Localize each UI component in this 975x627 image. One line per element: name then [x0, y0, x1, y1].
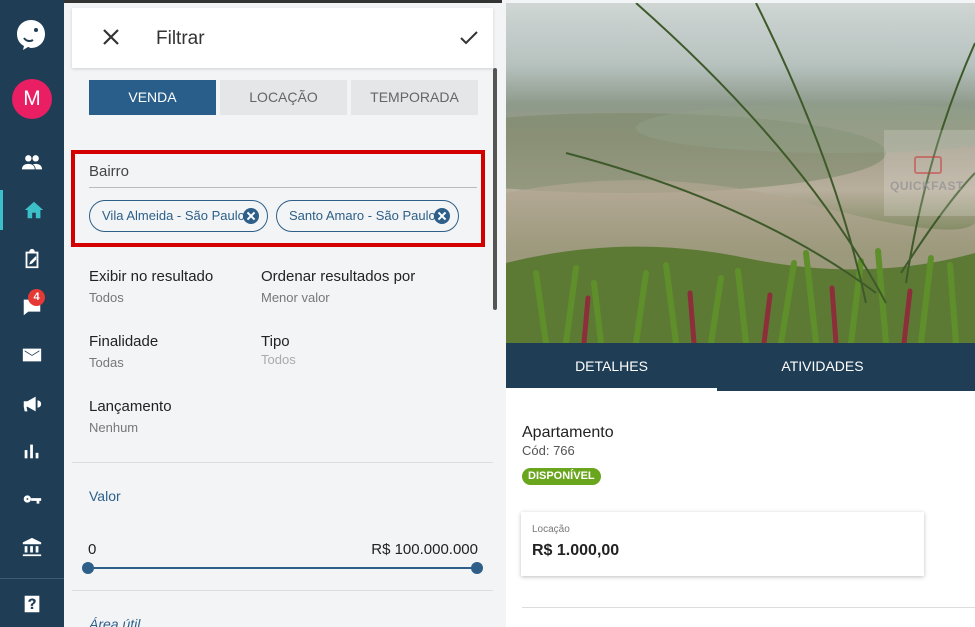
price-label: Locação [532, 524, 570, 535]
filter-title: Filtrar [156, 28, 205, 49]
valor-max: R$ 100.000.000 [371, 541, 478, 558]
people-icon[interactable] [0, 142, 64, 182]
finalidade-field[interactable]: Finalidade Todas [89, 333, 158, 370]
tab-temporada[interactable]: TEMPORADA [351, 80, 478, 115]
exibir-value: Todos [89, 290, 124, 305]
nav-rail: M 4 [0, 0, 64, 627]
chat-badge: 4 [28, 289, 45, 306]
quickfast-watermark: QUICKFAST [884, 130, 975, 216]
filter-panel: Filtrar VENDA LOCAÇÃO TEMPORADA Bairro V… [64, 0, 502, 627]
valor-slider-max-handle[interactable] [471, 562, 483, 574]
section-divider [72, 590, 493, 591]
ordenar-field[interactable]: Ordenar resultados por Menor valor [261, 268, 415, 305]
exibir-field[interactable]: Exibir no resultado Todos [89, 268, 213, 305]
tab-locacao[interactable]: LOCAÇÃO [220, 80, 347, 115]
mail-icon[interactable] [0, 335, 64, 375]
section-divider [72, 462, 493, 463]
bank-icon[interactable] [0, 527, 64, 567]
user-avatar[interactable]: M [12, 79, 52, 119]
tipo-field[interactable]: Tipo Todos [261, 333, 296, 367]
megaphone-icon[interactable] [0, 384, 64, 424]
filter-scrollbar[interactable] [493, 68, 497, 310]
app-logo-icon[interactable] [14, 18, 48, 52]
property-details: Apartamento Cód: 766 DISPONÍVEL Locação … [506, 391, 975, 627]
valor-label: Valor [89, 488, 121, 504]
chip-label: Santo Amaro - São Paulo [289, 208, 436, 223]
bar-chart-icon[interactable] [0, 431, 64, 471]
valor-min: 0 [88, 541, 97, 558]
exibir-label: Exibir no resultado [89, 268, 214, 285]
price-card: Locação R$ 1.000,00 [521, 512, 924, 576]
valor-slider-min-handle[interactable] [82, 562, 94, 574]
ordenar-label: Ordenar resultados por [261, 268, 416, 285]
help-icon[interactable] [0, 584, 64, 624]
finalidade-label: Finalidade [89, 333, 159, 350]
ordenar-value: Menor valor [261, 290, 330, 305]
tab-detalhes[interactable]: DETALHES [506, 343, 717, 391]
status-badge: DISPONÍVEL [522, 468, 601, 485]
lancamento-value: Nenhum [89, 420, 139, 435]
detail-divider [522, 607, 975, 608]
bairro-underline [89, 187, 477, 188]
tab-venda[interactable]: VENDA [89, 80, 216, 115]
close-icon[interactable] [100, 26, 122, 48]
bairro-label: Bairro [89, 163, 130, 180]
property-code: Cód: 766 [522, 443, 575, 458]
watermark-text: QUICKFAST [890, 179, 964, 193]
area-label: Área útil [89, 616, 141, 627]
transaction-tabs: VENDA LOCAÇÃO TEMPORADA [89, 80, 478, 115]
valor-slider-track[interactable] [88, 567, 477, 569]
price-value: R$ 1.000,00 [532, 542, 620, 559]
bairro-chip[interactable]: Santo Amaro - São Paulo [276, 200, 459, 232]
detail-tabs: DETALHES ATIVIDADES [506, 343, 975, 391]
tab-atividades[interactable]: ATIVIDADES [717, 343, 928, 391]
lancamento-field[interactable]: Lançamento Nenhum [89, 398, 172, 435]
check-icon[interactable] [457, 26, 481, 50]
tipo-value: Todos [261, 352, 296, 367]
property-type: Apartamento [522, 424, 614, 441]
tipo-label: Tipo [261, 333, 290, 350]
chip-remove-icon[interactable] [434, 208, 450, 224]
clipboard-edit-icon[interactable] [0, 239, 64, 279]
finalidade-value: Todas [89, 355, 124, 370]
filter-header: Filtrar [72, 8, 493, 68]
key-icon[interactable] [0, 479, 64, 519]
home-icon[interactable] [0, 190, 64, 230]
chat-icon[interactable]: 4 [0, 287, 64, 327]
bairro-field[interactable]: Bairro Vila Almeida - São Paulo Santo Am… [71, 150, 485, 247]
lancamento-label: Lançamento [89, 398, 172, 415]
chip-label: Vila Almeida - São Paulo [102, 208, 245, 223]
bairro-chip[interactable]: Vila Almeida - São Paulo [89, 200, 268, 232]
rail-divider [0, 578, 64, 579]
watermark-logo-icon [914, 156, 942, 174]
chip-remove-icon[interactable] [243, 208, 259, 224]
